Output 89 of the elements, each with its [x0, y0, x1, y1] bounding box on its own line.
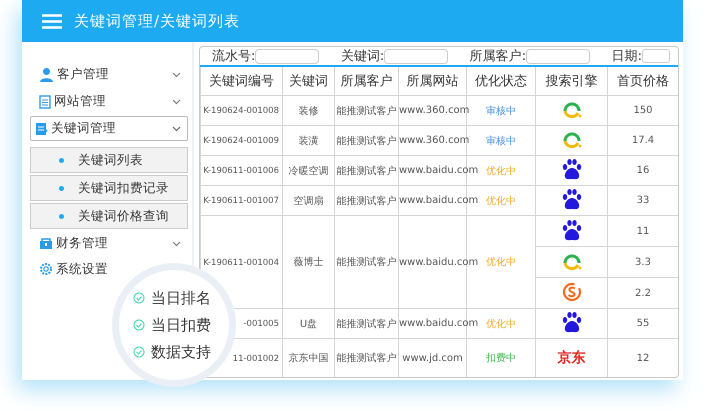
table-cell: U盘 [300, 318, 318, 330]
paw-icon [562, 188, 582, 210]
feature-text: 当日排名 [151, 288, 211, 308]
table-cell: 16 [636, 165, 650, 176]
table-cell: www.baidu.com [399, 195, 478, 206]
table-cell: 空调扇 [294, 196, 324, 206]
filter-field[interactable] [526, 48, 590, 64]
filter-field[interactable] [384, 48, 448, 64]
filter-label: 流水号: [212, 48, 256, 65]
swirl-logo-icon [562, 282, 582, 302]
table-cell: 京东中国 [288, 353, 328, 364]
sidebar-item[interactable]: 网站管理 [30, 89, 188, 114]
table-cell: -001005 [243, 319, 279, 329]
table-cell: K-190624-001009 [203, 136, 279, 146]
paw-icon [562, 311, 582, 333]
submenu-item[interactable]: 关键词扣费记录 [30, 175, 188, 201]
filter-label: 所属客户: [470, 48, 526, 65]
user-icon [39, 67, 54, 82]
status-text: 优化中 [486, 196, 516, 206]
table-cell: 装潢 [298, 136, 318, 146]
status-text: 审核中 [486, 136, 516, 146]
chevron-down-icon [172, 240, 181, 246]
menu-icon[interactable] [42, 14, 62, 28]
table-cell: 能推测试客户 [336, 318, 396, 330]
jd-logo: 京东 [558, 350, 586, 366]
table-cell: 能推测试客户 [336, 136, 396, 146]
table-cell: 能推测试客户 [336, 166, 396, 176]
table-cell: 能推测试客户 [336, 257, 396, 268]
feature-text: 当日扣费 [151, 316, 211, 334]
filter-field[interactable] [255, 48, 320, 64]
table-cell: 11 [636, 226, 650, 236]
table-cell: 150 [633, 105, 653, 116]
status-text: 优化中 [486, 166, 516, 176]
table-cell: 能推测试客户 [336, 106, 396, 116]
document-icon [39, 94, 51, 108]
status-text: 优化中 [486, 318, 516, 330]
table-cell: www.baidu.com [399, 165, 478, 176]
chevron-down-icon [172, 72, 181, 78]
table-cell: www.baidu.com [399, 256, 478, 268]
table-cell: www.baidu.com [399, 318, 478, 329]
check-icon [133, 319, 145, 331]
check-icon [133, 346, 145, 358]
table-cell: 薇博士 [294, 257, 324, 268]
sidebar-item[interactable]: 系统设置 [30, 258, 109, 280]
status-text: 扣费中 [486, 353, 516, 364]
column-header: 优化状态 [466, 67, 536, 96]
feature-text: 数据支持 [151, 342, 211, 362]
sidebar-item[interactable]: 财务管理 [30, 231, 188, 256]
sidebar-item[interactable]: 关键词管理 [30, 116, 188, 141]
note-icon [35, 122, 48, 136]
table-cell: K-190611-001007 [203, 196, 279, 206]
paw-icon [562, 158, 582, 180]
table-cell: 12 [636, 352, 650, 364]
table-cell: 55 [636, 318, 650, 329]
filter-label: 日期: [612, 48, 642, 65]
table-cell: 17.4 [632, 135, 654, 146]
box-icon [39, 237, 53, 250]
table-cell: www.360.com [399, 105, 470, 116]
status-text: 优化中 [486, 257, 516, 268]
table-cell: 11-001002 [232, 354, 279, 364]
status-text: 审核中 [486, 106, 516, 116]
sidebar-item[interactable]: 客户管理 [30, 62, 188, 87]
column-header: 所属客户 [334, 67, 398, 96]
page-title: 关键词管理/关键词列表 [74, 12, 240, 30]
table-cell: 3.3 [635, 256, 651, 268]
chevron-down-icon [172, 98, 181, 104]
settings-icon [39, 262, 53, 276]
check-icon [133, 292, 145, 304]
column-header: 关键词编号 [200, 67, 282, 96]
table-cell: K-190611-001006 [203, 166, 279, 176]
column-header: 搜索引擎 [536, 67, 608, 96]
submenu-item[interactable]: 关键词列表 [30, 147, 188, 173]
filter-label: 关键词: [340, 48, 384, 65]
table-cell: 能推测试客户 [336, 196, 396, 206]
column-header: 所属网站 [398, 67, 466, 96]
paw-icon [562, 218, 582, 240]
table-cell: 装修 [298, 106, 318, 116]
table-cell: K-190624-001008 [203, 106, 279, 116]
table-cell: 冷暖空调 [288, 166, 328, 176]
table-cell: 33 [636, 195, 650, 206]
table-cell: www.360.com [399, 135, 470, 146]
chevron-down-icon [172, 126, 181, 132]
table-cell: K-190611-001004 [203, 258, 279, 268]
submenu-item[interactable]: 关键词价格查询 [30, 203, 188, 229]
date-field[interactable] [642, 49, 670, 63]
table-cell: www.jd.com [402, 352, 463, 364]
column-header: 关键词 [282, 67, 334, 96]
table-cell: 能推测试客户 [336, 353, 396, 364]
table-cell: 2.2 [635, 288, 651, 298]
